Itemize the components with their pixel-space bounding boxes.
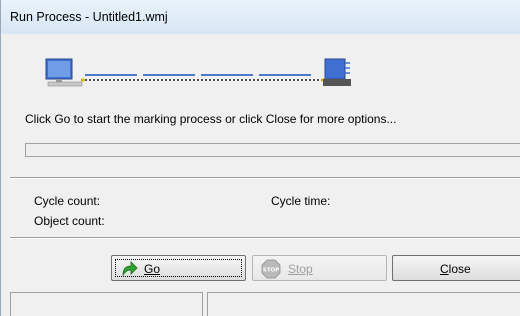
status-bar-panel-right: [207, 292, 520, 316]
status-bar-panel-left: [10, 292, 203, 316]
laser-marker-icon: [323, 58, 351, 86]
stop-label: Stop: [288, 262, 313, 276]
close-label-rest: lose: [448, 262, 471, 276]
close-label-first: C: [440, 262, 449, 276]
status-message: Click Go to start the marking process or…: [25, 112, 397, 126]
run-process-window: Run Process - Untitled1.wmj Click Go to …: [0, 0, 520, 316]
progress-bar: [25, 143, 520, 157]
go-button[interactable]: Go: [111, 255, 246, 281]
cycle-time-label: Cycle time:: [271, 194, 331, 208]
connection-line: [81, 74, 325, 82]
close-button[interactable]: Close: [392, 255, 520, 281]
close-label: Close: [440, 262, 471, 276]
green-arrow-icon: [122, 261, 138, 277]
svg-text:STOP: STOP: [263, 268, 279, 274]
stop-button[interactable]: STOP Stop: [252, 255, 387, 281]
window-title: Run Process - Untitled1.wmj: [10, 10, 168, 24]
divider-top: [10, 177, 520, 179]
cycle-count-label: Cycle count:: [34, 194, 101, 208]
go-label: Go: [144, 262, 161, 276]
object-count-label: Object count:: [34, 214, 105, 228]
process-banner: [1, 34, 520, 98]
status-bar: [1, 290, 520, 316]
divider-bottom: [10, 237, 520, 239]
stop-sign-icon: STOP: [261, 259, 281, 279]
title-bar[interactable]: Run Process - Untitled1.wmj: [1, 0, 520, 35]
